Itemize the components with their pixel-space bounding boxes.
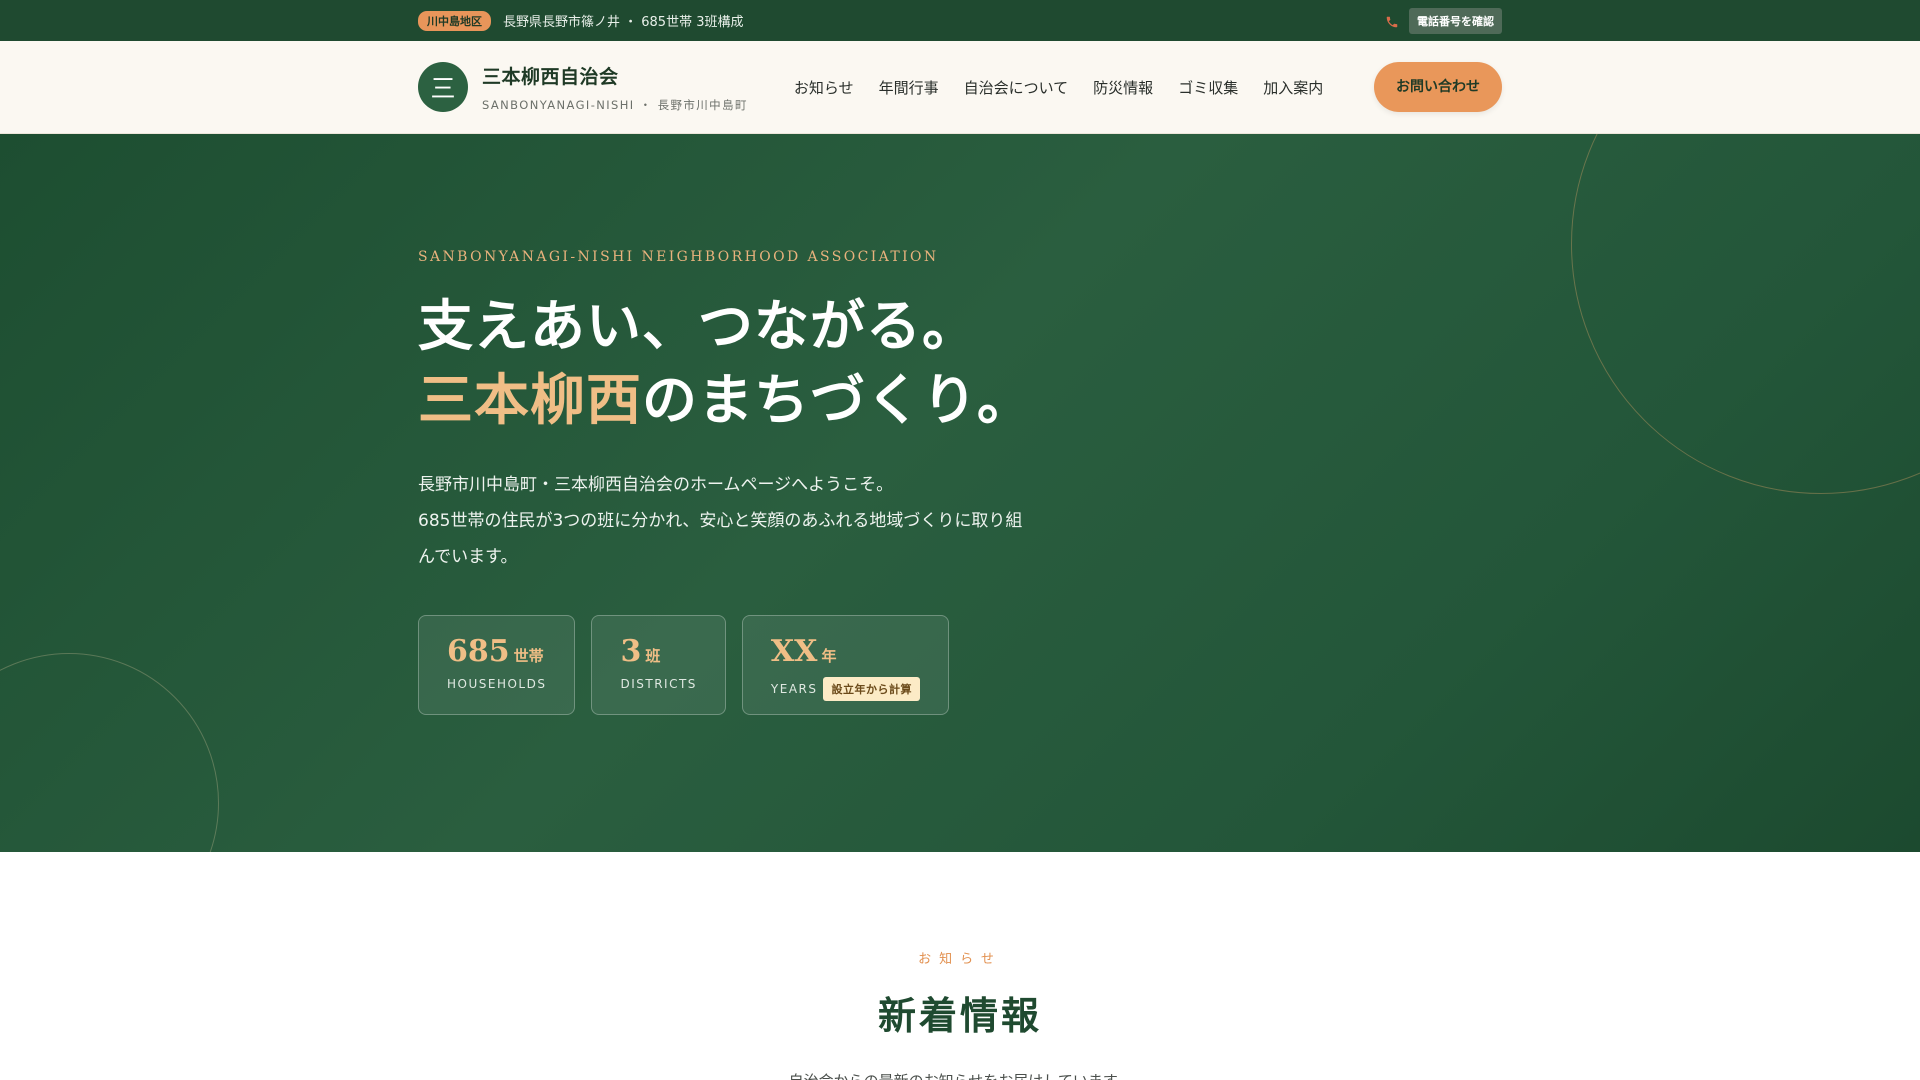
section-kicker: お知らせ [918,952,1002,967]
nav-item-news[interactable]: お知らせ [794,77,854,98]
stat-unit: 世帯 [513,647,544,665]
lead-line2: 685世帯の住民が3つの班に分かれ、安心と笑顔のあふれる地域づくりに取り組んでい… [418,511,1023,567]
logo-mark: 三 [418,62,468,112]
phone-number-button[interactable]: 電話番号を確認 [1409,7,1502,34]
area-badge: 川中島地区 [418,10,491,31]
stat-label: YEARS 設立年から計算 [771,677,920,701]
nav-item-garbage[interactable]: ゴミ収集 [1178,77,1238,98]
headline-line1: 支えあい、つながる。 [418,294,979,358]
site-header: 三 三本柳西自治会 SANBONYANAGI-NISHI ・ 長野市川中島町 お… [0,41,1920,134]
hero-headline: 支えあい、つながる。 三本柳西のまちづくり。 [418,289,1502,437]
nav-item-about[interactable]: 自治会について [964,77,1069,98]
section-description: 自治会からの最新のお知らせをお届けしています。 [0,1070,1920,1080]
calc-note-badge: 設立年から計算 [823,677,920,701]
stat-label: HOUSEHOLDS [447,677,546,691]
stat-label-text: DISTRICTS [620,677,697,691]
main-nav: お知らせ 年間行事 自治会について 防災情報 ゴミ収集 加入案内 [794,77,1323,98]
stat-value: 685 [447,634,510,669]
stat-label: DISTRICTS [620,677,696,691]
section-title: 新着情報 [877,994,1042,1038]
phone-icon [1385,14,1399,28]
decorative-circle [1571,134,1920,494]
hero-section: SANBONYANAGI-NISHI NEIGHBORHOOD ASSOCIAT… [0,134,1920,852]
site-name: 三本柳西自治会 [482,65,619,88]
site-subtitle: SANBONYANAGI-NISHI ・ 長野市川中島町 [482,97,748,112]
decorative-circle [0,653,219,852]
stats-row: 685 世帯 HOUSEHOLDS 3班 DISTRICTS XX 年 YEARS … [418,615,1502,715]
stat-districts: 3班 DISTRICTS [591,615,726,715]
stat-value: 3 [620,634,642,669]
lead-line1: 長野市川中島町・三本柳西自治会のホームページへようこそ。 [418,475,894,495]
stat-label-text: YEARS [770,682,818,696]
hero-eyebrow: SANBONYANAGI-NISHI NEIGHBORHOOD ASSOCIAT… [418,249,939,265]
nav-item-join[interactable]: 加入案内 [1263,77,1323,98]
stat-unit: 班 [645,647,661,665]
stat-households: 685 世帯 HOUSEHOLDS [418,615,576,715]
site-logo[interactable]: 三 三本柳西自治会 SANBONYANAGI-NISHI ・ 長野市川中島町 [418,62,748,113]
stat-unit: 年 [821,647,837,665]
address-info: 長野県長野市篠ノ井 ・ 685世帯 3班構成 [503,15,744,30]
top-info-bar: 川中島地区 長野県長野市篠ノ井 ・ 685世帯 3班構成 電話番号を確認 [0,0,1920,41]
hero-lead: 長野市川中島町・三本柳西自治会のホームページへようこそ。 685世帯の住民が3つ… [418,467,1038,575]
news-section: お知らせ 新着情報 自治会からの最新のお知らせをお届けしています。 [0,852,1920,1080]
stat-years: XX 年 YEARS 設立年から計算 [741,615,949,715]
stat-value: XX [770,634,818,669]
stat-label-text: HOUSEHOLDS [447,677,547,691]
contact-button[interactable]: お問い合わせ [1374,62,1502,112]
nav-item-disaster[interactable]: 防災情報 [1093,77,1153,98]
headline-line2: のまちづくり。 [642,368,1033,432]
nav-item-events[interactable]: 年間行事 [879,77,939,98]
headline-accent: 三本柳西 [418,368,643,432]
